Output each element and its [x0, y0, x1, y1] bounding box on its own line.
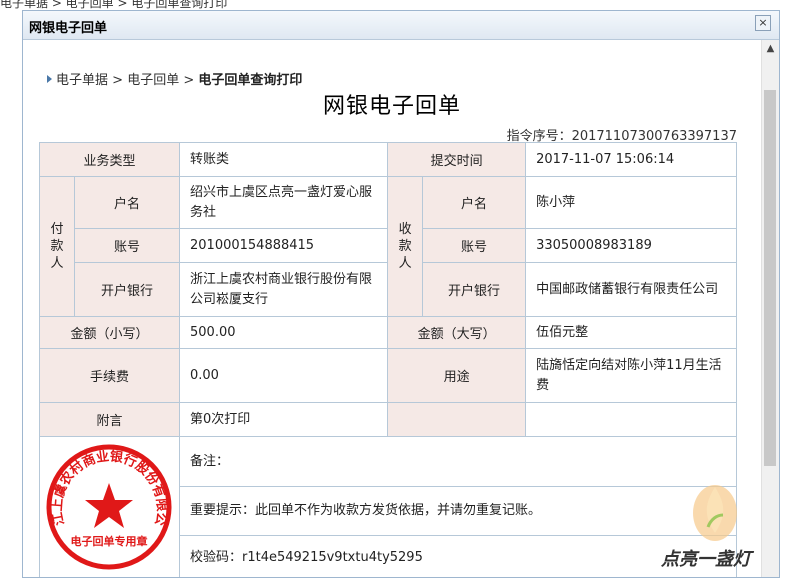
receipt-title: 网银电子回单: [23, 88, 761, 120]
watermark-text: 点亮一盏灯: [661, 545, 751, 571]
biz-type-label: 业务类型: [40, 143, 180, 177]
payee-bank-value: 中国邮政储蓄银行有限责任公司: [526, 263, 737, 317]
payer-account-label: 账号: [75, 229, 180, 263]
payer-bank-label: 开户银行: [75, 263, 180, 317]
amount-big-label: 金额（大写）: [388, 317, 526, 349]
amount-small-value: 500.00: [180, 317, 388, 349]
breadcrumb-current: 电子回单查询打印: [198, 73, 302, 88]
dialog-titlebar[interactable]: 网银电子回单 ×: [23, 11, 779, 40]
receipt-table: 业务类型 转账类 提交时间 2017-11-07 15:06:14 付款人 户名…: [39, 142, 737, 578]
payer-name-value: 绍兴市上虞区点亮一盏灯爱心服务社: [180, 177, 388, 229]
payer-name-label: 户名: [75, 177, 180, 229]
scroll-thumb[interactable]: [764, 90, 776, 466]
purpose-value: 陆旖恬定向结对陈小萍11月生活费: [526, 349, 737, 403]
vertical-scrollbar[interactable]: ▲: [761, 40, 779, 577]
close-button[interactable]: ×: [755, 15, 771, 31]
bank-stamp: 浙江上虞农村商业银行股份有限公司 电子回单专用章: [40, 437, 180, 578]
dialog-title: 网银电子回单: [29, 17, 107, 36]
payee-group-label: 收款人: [388, 177, 423, 317]
payee-account-label: 账号: [423, 229, 526, 263]
postscript-value: 第0次打印: [180, 403, 388, 437]
breadcrumb-item[interactable]: 电子回单: [127, 73, 179, 88]
amount-small-label: 金额（小写）: [40, 317, 180, 349]
fee-label: 手续费: [40, 349, 180, 403]
postscript-label: 附言: [40, 403, 180, 437]
payer-bank-value: 浙江上虞农村商业银行股份有限公司崧厦支行: [180, 263, 388, 317]
fee-value: 0.00: [180, 349, 388, 403]
dialog-content: 电子单据 > 电子回单 > 电子回单查询打印 网银电子回单 指令序号：20171…: [23, 40, 761, 577]
empty-value: [526, 403, 737, 437]
payee-name-label: 户名: [423, 177, 526, 229]
amount-big-value: 伍佰元整: [526, 317, 737, 349]
stamp-inner-text: 电子回单专用章: [71, 534, 148, 548]
scroll-up-icon[interactable]: ▲: [762, 40, 779, 57]
receipt-dialog: 网银电子回单 × 电子单据 > 电子回单 > 电子回单查询打印 网银电子回单 指…: [22, 10, 780, 578]
payer-account-value: 201000154888415: [180, 229, 388, 263]
biz-type-value: 转账类: [180, 143, 388, 177]
purpose-label: 用途: [388, 349, 526, 403]
submit-time-value: 2017-11-07 15:06:14: [526, 143, 737, 177]
payee-account-value: 33050008983189: [526, 229, 737, 263]
bank-stamp-seal: 浙江上虞农村商业银行股份有限公司 电子回单专用章: [40, 437, 179, 577]
flame-icon: [653, 475, 753, 545]
empty-label: [388, 403, 526, 437]
submit-time-label: 提交时间: [388, 143, 526, 177]
star-icon: [85, 483, 133, 528]
payer-group-label: 付款人: [40, 177, 75, 317]
breadcrumb: 电子单据 > 电子回单 > 电子回单查询打印: [47, 69, 302, 88]
breadcrumb-arrow-icon: [47, 75, 52, 83]
payee-bank-label: 开户银行: [423, 263, 526, 317]
breadcrumb-item[interactable]: 电子单据: [56, 73, 108, 88]
watermark-logo: 点亮一盏灯: [653, 475, 753, 575]
payee-name-value: 陈小萍: [526, 177, 737, 229]
